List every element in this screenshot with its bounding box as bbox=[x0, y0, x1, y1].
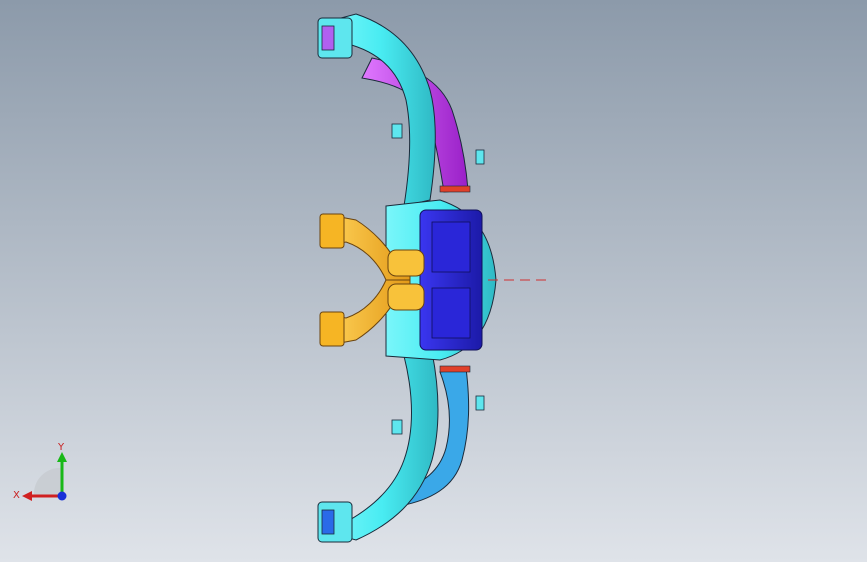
bracket-4 bbox=[475, 395, 485, 411]
triad-base-shading bbox=[33, 467, 62, 496]
y-axis-arrowhead bbox=[57, 452, 67, 462]
bracket-3 bbox=[475, 149, 485, 165]
red-flange-lower bbox=[439, 365, 471, 373]
x-axis-label: X bbox=[13, 490, 20, 501]
z-axis-dot bbox=[57, 491, 67, 501]
gold-junction-upper bbox=[387, 249, 425, 277]
blue-center-panel-lower bbox=[431, 287, 471, 339]
bracket-1 bbox=[391, 123, 403, 139]
bracket-2 bbox=[391, 419, 403, 435]
blue-center-panel-upper bbox=[431, 221, 471, 273]
x-axis-arrowhead bbox=[22, 491, 32, 501]
y-axis-label: Y bbox=[57, 442, 65, 453]
gold-branch-outlet-upper bbox=[319, 213, 345, 249]
hvac-duct-assembly-model[interactable] bbox=[0, 0, 867, 562]
gold-junction-lower bbox=[387, 283, 425, 311]
gold-branch-outlet-lower bbox=[319, 311, 345, 347]
outlet-nozzle-bottom-inner bbox=[321, 509, 335, 535]
red-flange-upper bbox=[439, 185, 471, 193]
outlet-nozzle-top-inner bbox=[321, 25, 335, 51]
cad-viewport[interactable]: Y X bbox=[0, 0, 867, 562]
axis-triad: Y X bbox=[13, 442, 67, 501]
